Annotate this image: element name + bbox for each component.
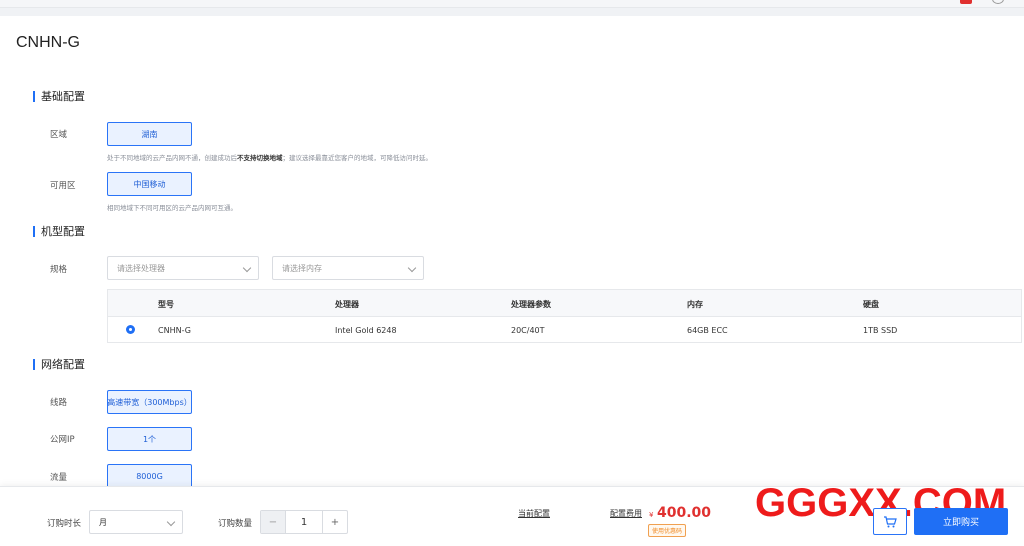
table-header: 型号 处理器 处理器参数 内存 硬盘 xyxy=(108,290,1021,317)
header-model: 型号 xyxy=(158,300,174,309)
duration-value: 月 xyxy=(99,517,107,527)
cell-disk: 1TB SSD xyxy=(863,326,898,335)
public-ip-option[interactable]: 1个 xyxy=(107,427,192,451)
traffic-option[interactable]: 8000G xyxy=(107,464,192,486)
fee-label[interactable]: 配置费用 xyxy=(610,508,642,519)
cpu-select[interactable]: 请选择处理器 xyxy=(107,256,259,280)
memory-select[interactable]: 请选择内存 xyxy=(272,256,424,280)
quantity-value[interactable]: 1 xyxy=(286,511,322,533)
header-cpu-params: 处理器参数 xyxy=(511,300,551,309)
traffic-label: 流量 xyxy=(50,473,68,483)
section-title-basic: 基础配置 xyxy=(33,91,85,102)
line-option[interactable]: 高速带宽（300Mbps） xyxy=(107,390,192,414)
zone-hint: 相同地域下不同可用区的云产品内网可互通。 xyxy=(107,204,237,212)
spec-label: 规格 xyxy=(50,265,68,275)
cell-memory: 64GB ECC xyxy=(687,326,728,335)
quantity-decrement-button[interactable]: − xyxy=(261,511,286,533)
current-config-link[interactable]: 当前配置 xyxy=(518,508,550,519)
section-title-network: 网络配置 xyxy=(33,359,85,370)
buy-now-button[interactable]: 立即购买 xyxy=(914,508,1008,535)
row-radio[interactable] xyxy=(126,325,135,334)
duration-label: 订购时长 xyxy=(47,519,82,529)
header-disk: 硬盘 xyxy=(863,300,879,309)
cart-icon xyxy=(884,515,897,527)
top-bar xyxy=(0,0,1024,8)
cell-cpu-params: 20C/40T xyxy=(511,326,545,335)
quantity-stepper: − 1 + xyxy=(260,510,348,534)
config-card: CNHN-G 基础配置 区域 湖南 处于不同地域的云产品内网不通，创建成功后不支… xyxy=(0,16,1024,486)
duration-select[interactable]: 月 xyxy=(89,510,183,534)
memory-select-placeholder: 请选择内存 xyxy=(282,263,322,273)
zone-label: 可用区 xyxy=(50,181,76,191)
order-footer: 订购时长 月 订购数量 − 1 + 当前配置 配置费用 ¥ 400.00 使用优… xyxy=(0,481,1024,546)
currency-symbol: ¥ xyxy=(649,511,654,519)
add-to-cart-button[interactable] xyxy=(873,508,907,535)
page-title: CNHN-G xyxy=(16,34,80,51)
quantity-label: 订购数量 xyxy=(218,519,253,529)
user-icon[interactable] xyxy=(992,0,1004,4)
chevron-down-icon xyxy=(166,517,176,527)
cell-cpu: Intel Gold 6248 xyxy=(335,326,397,335)
region-option[interactable]: 湖南 xyxy=(107,122,192,146)
cpu-select-placeholder: 请选择处理器 xyxy=(117,263,165,273)
header-cpu: 处理器 xyxy=(335,300,359,309)
price-value: 400.00 xyxy=(657,505,712,521)
header-memory: 内存 xyxy=(687,300,703,309)
section-title-machine: 机型配置 xyxy=(33,226,85,237)
public-ip-label: 公网IP xyxy=(50,435,75,445)
region-hint: 处于不同地域的云产品内网不通，创建成功后不支持切换地域；建议选择最靠近您客户的地… xyxy=(107,154,432,162)
notification-icon[interactable] xyxy=(960,0,972,4)
cell-model: CNHN-G xyxy=(158,326,191,335)
line-label: 线路 xyxy=(50,398,68,408)
chevron-down-icon xyxy=(242,263,252,273)
server-table: 型号 处理器 处理器参数 内存 硬盘 CNHN-G Intel Gold 624… xyxy=(107,289,1022,343)
zone-option[interactable]: 中国移动 xyxy=(107,172,192,196)
region-label: 区域 xyxy=(50,130,68,140)
table-row[interactable]: CNHN-G Intel Gold 6248 20C/40T 64GB ECC … xyxy=(108,317,1021,343)
chevron-down-icon xyxy=(407,263,417,273)
coupon-link[interactable]: 使用优惠码 xyxy=(648,524,687,537)
quantity-increment-button[interactable]: + xyxy=(322,511,347,533)
